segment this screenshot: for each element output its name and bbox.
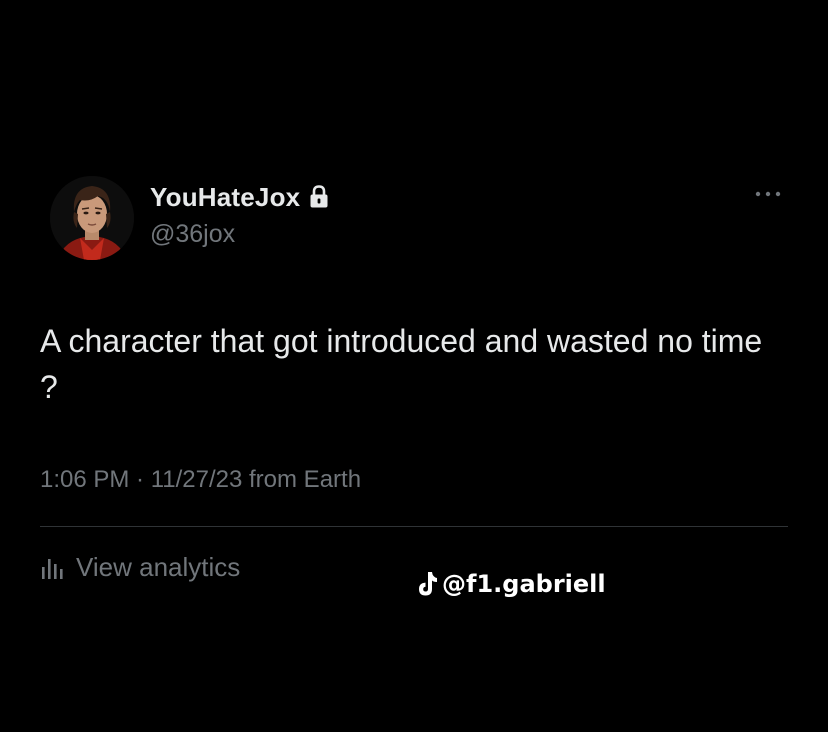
avatar[interactable] xyxy=(50,176,134,260)
watermark-text: @f1.gabriell xyxy=(442,570,606,598)
author-display-name[interactable]: YouHateJox xyxy=(150,182,300,213)
tiktok-icon xyxy=(419,572,437,596)
author-handle[interactable]: @36jox xyxy=(150,220,235,249)
avatar-image xyxy=(50,176,134,260)
lock-icon xyxy=(310,185,328,208)
view-analytics-button[interactable]: View analytics xyxy=(40,552,240,583)
divider xyxy=(40,526,788,527)
more-horizontal-icon[interactable] xyxy=(752,186,784,202)
watermark: @f1.gabriell xyxy=(416,570,606,598)
view-analytics-label: View analytics xyxy=(76,552,241,582)
tweet-text: A character that got introduced and wast… xyxy=(40,323,763,405)
author-name-row: YouHateJox xyxy=(150,180,330,214)
tweet-timestamp[interactable]: 1:06 PM · 11/27/23 from Earth xyxy=(40,466,361,494)
analytics-bars-icon xyxy=(42,558,63,579)
